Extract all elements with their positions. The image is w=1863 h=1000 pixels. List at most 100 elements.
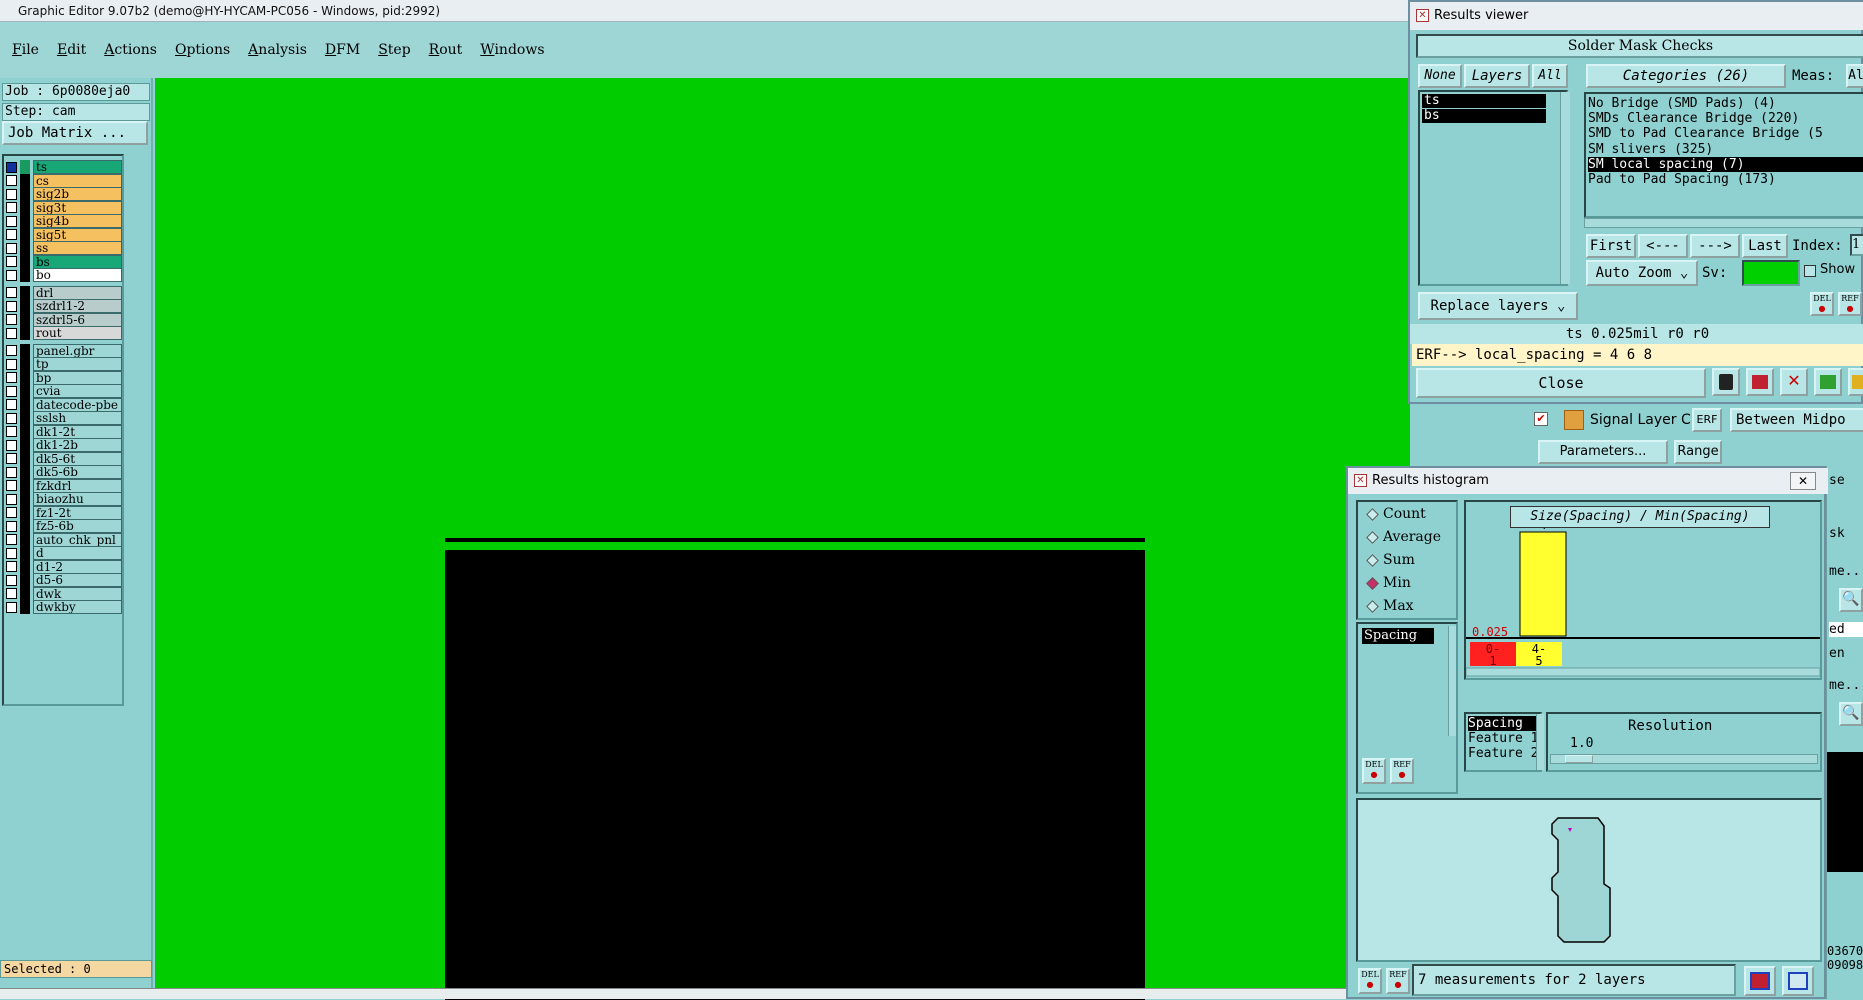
del-button[interactable]: DEL ● [1358,968,1382,994]
erf-button[interactable]: ERF [1692,408,1722,432]
layer-color-swatch[interactable] [20,326,30,340]
menu-dfm[interactable]: DFM [325,42,360,58]
layer-checkbox[interactable] [6,269,17,281]
layer-checkbox[interactable] [6,480,17,491]
layer-checkbox[interactable] [6,161,17,173]
layer-row-cvia[interactable]: cvia [6,384,122,398]
category-item[interactable]: No Bridge (SMD Pads) (4) [1588,96,1863,111]
between-midpoints-dropdown[interactable]: Between Midpo [1730,408,1863,432]
layer-checkbox[interactable] [6,327,17,339]
layer-row-szdrl5-6[interactable]: szdrl5-6 [6,312,122,327]
layer-color-swatch[interactable] [20,285,30,300]
tab-all[interactable]: All [1532,64,1568,88]
show-checkbox[interactable] [1804,265,1816,277]
layer-checkbox[interactable] [6,520,17,532]
menu-options[interactable]: Options [175,42,230,58]
layer-checkbox[interactable] [6,561,17,572]
resolution-slider[interactable] [1550,754,1818,764]
del-button[interactable]: DEL ● [1362,758,1386,784]
layer-checkbox[interactable] [6,242,17,254]
radio-indicator[interactable] [1366,507,1379,521]
layer-row-sig3t[interactable]: sig3t [6,200,122,215]
layer-checkbox[interactable] [6,507,17,518]
layer-row-sslsh[interactable]: sslsh [6,411,122,425]
attribute-item[interactable]: Spacing [1468,716,1536,731]
layer-row-fz5-6b[interactable]: fz5-6b [6,519,122,533]
layer-checkbox[interactable] [6,493,17,505]
layer-checkbox[interactable] [6,229,17,240]
job-matrix-button[interactable]: Job Matrix ... [2,121,148,145]
auto-zoom-dropdown[interactable]: Auto Zoom ⌄ [1586,260,1698,286]
layer-color-swatch[interactable] [20,187,30,201]
layer-checkbox[interactable] [6,215,17,227]
zoom-icon[interactable]: 🔍 [1839,702,1863,726]
close-button[interactable]: Close [1416,368,1706,398]
layer-row-dwk[interactable]: dwk [6,586,122,601]
menu-edit[interactable]: Edit [57,42,86,58]
radio-indicator[interactable] [1366,576,1379,590]
sv-color-picker[interactable] [1742,260,1800,286]
zoom-fit-icon[interactable] [1744,966,1776,996]
menu-analysis[interactable]: Analysis [248,42,307,58]
close-icon[interactable]: ✕ [1790,472,1816,490]
layer-checkbox[interactable] [6,466,17,478]
layer-checkbox[interactable] [6,287,17,298]
rv-layer-item-bs[interactable]: bs [1422,109,1546,123]
rv-layer-item-ts[interactable]: ts [1422,94,1546,108]
layer-row-ss[interactable]: ss [6,241,122,255]
attribute-scrollbar[interactable] [1536,714,1544,770]
layer-row-fz1-2t[interactable]: fz1-2t [6,505,122,520]
layer-checkbox[interactable] [6,547,17,559]
menu-step[interactable]: Step [378,42,410,58]
layer-color-swatch[interactable] [20,299,30,313]
layer-row-dk1-2b[interactable]: dk1-2b [6,438,122,452]
layer-checkbox[interactable] [6,574,17,586]
layer-color-swatch[interactable] [20,586,30,601]
first-button[interactable]: First [1586,234,1636,258]
layer-row-datecode-pbe[interactable]: datecode-pbe [6,397,122,412]
slider-thumb[interactable] [1565,755,1593,763]
layer-row-d[interactable]: d [6,546,122,560]
radio-indicator[interactable] [1366,530,1379,544]
layer-row-fzkdrl[interactable]: fzkdrl [6,478,122,493]
layer-checkbox[interactable] [6,453,17,464]
layer-checkbox[interactable] [6,534,17,545]
layer-row-tp[interactable]: tp [6,357,122,371]
category-hscrollbar[interactable] [1584,218,1863,228]
layer-color-swatch[interactable] [20,546,30,560]
histogram-hscrollbar[interactable] [1466,667,1820,677]
range-button[interactable]: Range [1674,440,1722,464]
ref-button[interactable]: REF ● [1390,758,1414,784]
menu-file[interactable]: File [12,42,39,58]
layer-row-szdrl1-2[interactable]: szdrl1-2 [6,299,122,313]
layer-checkbox[interactable] [6,372,17,383]
layer-row-sig5t[interactable]: sig5t [6,227,122,242]
attribute-item[interactable]: Feature 1 [1468,731,1538,746]
layer-row-cs[interactable]: cs [6,173,122,188]
layer-checkbox[interactable] [6,314,17,325]
layer-checkbox[interactable] [6,202,17,213]
layer-row-sig4b[interactable]: sig4b [6,214,122,228]
layer-checkbox[interactable] [6,412,17,424]
layer-row-panel.gbr[interactable]: panel.gbr [6,343,122,358]
category-item[interactable]: SMDs Clearance Bridge (220) [1588,111,1863,126]
layer-color-swatch[interactable] [20,200,30,215]
toolbar-icon-1[interactable] [1712,368,1740,396]
layer-checkbox[interactable] [6,426,17,437]
menu-actions[interactable]: Actions [104,42,157,58]
layer-color-swatch[interactable] [20,573,30,587]
layer-row-d1-2[interactable]: d1-2 [6,559,122,574]
tab-none[interactable]: None [1418,64,1462,88]
attribute-item[interactable]: Feature 2 [1468,746,1538,761]
menu-rout[interactable]: Rout [429,42,463,58]
layer-color-swatch[interactable] [20,438,30,452]
mode-radio-min[interactable]: Min [1366,575,1411,591]
layer-row-dwkby[interactable]: dwkby [6,600,122,614]
layer-row-bs[interactable]: bs [6,254,122,269]
toolbar-icon-4[interactable] [1814,368,1842,396]
layer-color-swatch[interactable] [20,241,30,255]
layer-color-swatch[interactable] [20,343,30,358]
mode-radio-average[interactable]: Average [1366,529,1441,545]
replace-layers-dropdown[interactable]: Replace layers ⌄ [1418,292,1578,320]
radio-indicator[interactable] [1366,553,1379,567]
